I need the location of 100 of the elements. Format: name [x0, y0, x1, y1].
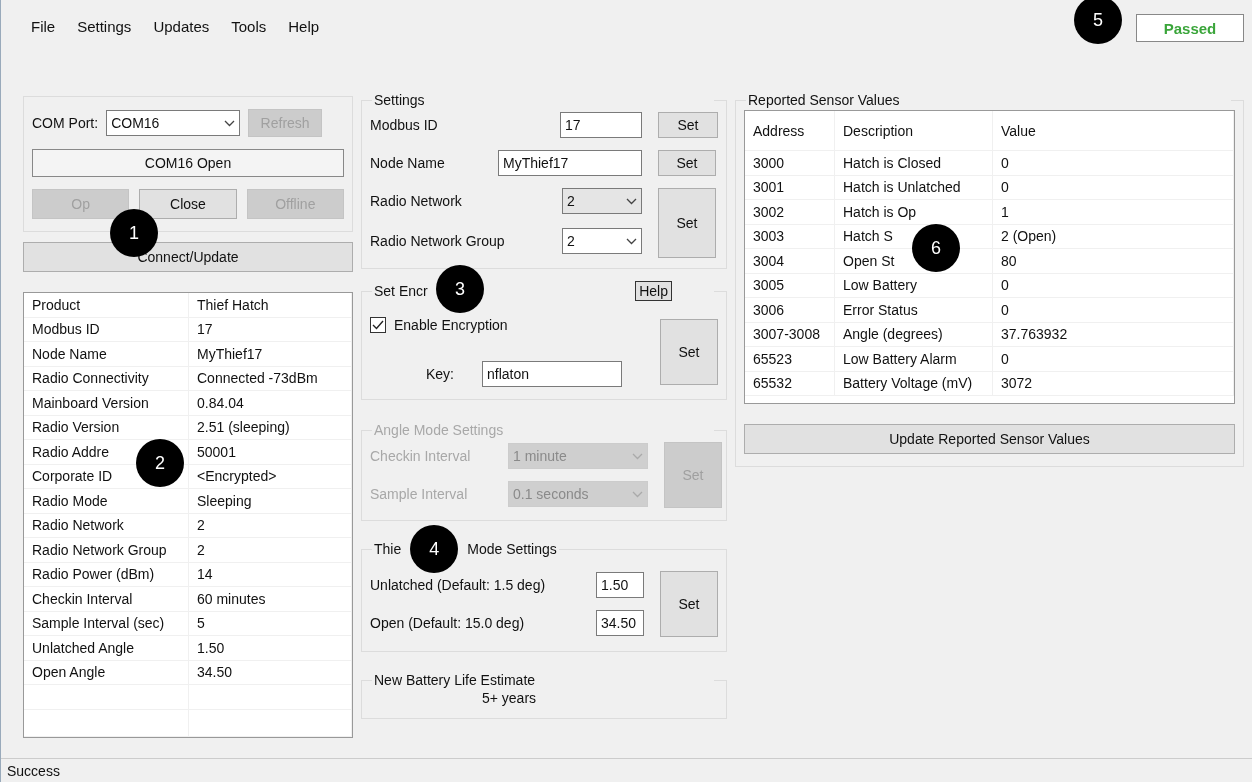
port-button[interactable]: Close [139, 189, 237, 219]
table-cell: 3002 [745, 200, 835, 224]
table-cell: Angle (degrees) [835, 322, 993, 346]
table-cell: Radio Power (dBm) [24, 562, 189, 586]
group-title: New Battery Life Estimate [374, 672, 536, 688]
dropdown[interactable]: 2 [562, 228, 642, 254]
step-marker: 3 [436, 265, 484, 313]
set-button[interactable]: Set [660, 319, 718, 385]
group-title: Thie [374, 541, 402, 557]
table-cell: Checkin Interval [24, 587, 189, 611]
step-marker: 4 [410, 525, 459, 573]
input-field[interactable]: 34.50 [596, 610, 644, 636]
set-button[interactable]: Set [658, 188, 716, 258]
table-cell: 1.50 [189, 636, 352, 660]
chevron-down-icon [632, 490, 643, 498]
table-cell: Error Status [835, 298, 993, 322]
menu-item[interactable]: Help [288, 18, 320, 35]
table-cell: Connected -73dBm [189, 366, 352, 390]
table-cell: Modbus ID [24, 317, 189, 341]
table-cell: Battery Voltage (mV) [835, 371, 993, 395]
table-cell: Low Battery Alarm [835, 347, 993, 371]
update-button[interactable]: Update Reported Sensor Values [744, 424, 1235, 454]
table-cell: 3003 [745, 224, 835, 248]
input-field[interactable]: 17 [560, 112, 642, 138]
table-cell: Radio Version [24, 415, 189, 439]
table-cell: Unlatched Angle [24, 636, 189, 660]
table-cell: 3072 [993, 371, 1234, 395]
table-cell: MyThief17 [189, 342, 352, 366]
menu-item[interactable]: Updates [153, 18, 210, 35]
table-cell: 65523 [745, 347, 835, 371]
set-button[interactable]: Set [658, 112, 718, 138]
set-button[interactable]: Set [658, 150, 716, 176]
table-cell: 0 [993, 151, 1234, 175]
checkbox[interactable] [370, 317, 386, 333]
table-cell: Node Name [24, 342, 189, 366]
menu-item[interactable]: Settings [77, 18, 132, 35]
table-cell: Radio Network Group [24, 538, 189, 562]
status-text: Success [7, 762, 60, 779]
input-field[interactable]: 1.50 [596, 572, 644, 598]
table-cell: Sleeping [189, 489, 352, 513]
table-cell: Hatch is Op [835, 200, 993, 224]
table-cell: 2.51 (sleeping) [189, 415, 352, 439]
step-marker: 5 [1074, 0, 1122, 44]
field-label: Checkin Interval [370, 448, 472, 464]
table-cell: 3001 [745, 175, 835, 199]
column-header[interactable]: Value [993, 111, 1234, 150]
table-cell: Hatch is Unlatched [835, 175, 993, 199]
table-cell: 60 minutes [189, 587, 352, 611]
table-cell: 80 [993, 249, 1234, 273]
input-field[interactable]: MyThief17 [498, 150, 642, 176]
table-cell: 0 [993, 298, 1234, 322]
table-cell: 0 [993, 347, 1234, 371]
table-cell: 3004 [745, 249, 835, 273]
set-button[interactable]: Set [660, 571, 718, 637]
table-cell: Hatch is Closed [835, 151, 993, 175]
table-cell: <Encrypted> [189, 464, 352, 488]
table-cell: 14 [189, 562, 352, 586]
port-dropdown[interactable]: COM16 [106, 110, 241, 136]
field-label: Node Name [370, 155, 445, 171]
connection-status: COM16 Open [32, 149, 344, 177]
group-title: Reported Sensor Values [748, 92, 900, 108]
group-title: Settings [374, 92, 425, 108]
field-label: COM Port: [32, 115, 99, 131]
table-cell: 2 (Open) [993, 224, 1234, 248]
dropdown[interactable]: 2 [562, 188, 642, 214]
table-cell: Low Battery [835, 273, 993, 297]
menu-item[interactable]: File [31, 18, 56, 35]
table-cell: 0 [993, 273, 1234, 297]
table-cell: 0 [993, 175, 1234, 199]
field-label: Radio Network Group [370, 233, 505, 249]
table-cell: Thief Hatch [189, 293, 352, 317]
status-indicator: Passed [1136, 14, 1244, 42]
menu-item[interactable]: Tools [231, 18, 267, 35]
table-cell: 3000 [745, 151, 835, 175]
table-cell: 3007-3008 [745, 322, 835, 346]
table-cell: 65532 [745, 371, 835, 395]
chevron-down-icon [626, 197, 637, 205]
group-title: Set Encr [374, 283, 428, 299]
key-field[interactable]: nflaton [482, 361, 622, 387]
table-cell: Radio Connectivity [24, 366, 189, 390]
field-label: Unlatched (Default: 1.5 deg) [370, 577, 546, 593]
table-cell: 2 [189, 513, 352, 537]
column-header[interactable]: Description [835, 111, 993, 150]
table-cell: 34.50 [189, 660, 352, 684]
table-cell: Radio Network [24, 513, 189, 537]
table-cell: 3005 [745, 273, 835, 297]
table-cell: Open Angle [24, 660, 189, 684]
field-label: Radio Network [370, 193, 462, 209]
help-button[interactable]: Help [635, 281, 672, 301]
field-label: Sample Interval [370, 486, 469, 502]
checkmark-icon [372, 320, 384, 330]
table-cell: Mainboard Version [24, 391, 189, 415]
chevron-down-icon [626, 237, 637, 245]
field-label: Modbus ID [370, 117, 438, 133]
table-cell: 1 [993, 200, 1234, 224]
table-cell: 5 [189, 611, 352, 635]
table-cell: Sample Interval (sec) [24, 611, 189, 635]
table-cell: 17 [189, 317, 352, 341]
table-cell: 0.84.04 [189, 391, 352, 415]
column-header[interactable]: Address [745, 111, 835, 150]
